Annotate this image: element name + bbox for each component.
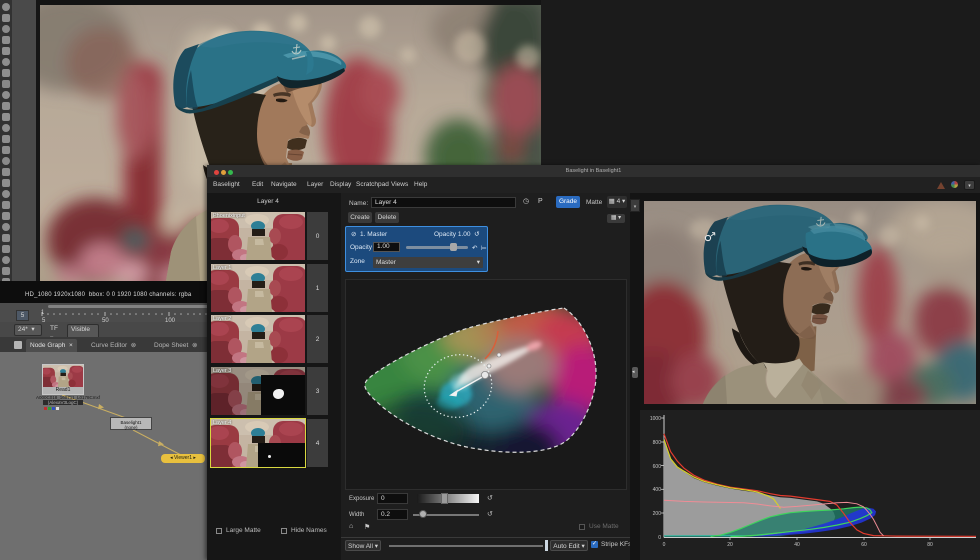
svg-text:0: 0	[663, 542, 666, 548]
svg-text:40: 40	[794, 542, 800, 548]
svg-text:20: 20	[727, 542, 733, 548]
svg-text:200: 200	[653, 511, 662, 517]
svg-text:600: 600	[653, 464, 662, 470]
svg-text:0: 0	[658, 535, 661, 541]
svg-text:1000: 1000	[650, 416, 661, 422]
svg-text:400: 400	[653, 487, 662, 493]
svg-text:800: 800	[653, 440, 662, 446]
svg-text:80: 80	[927, 542, 933, 548]
svg-text:60: 60	[861, 542, 867, 548]
